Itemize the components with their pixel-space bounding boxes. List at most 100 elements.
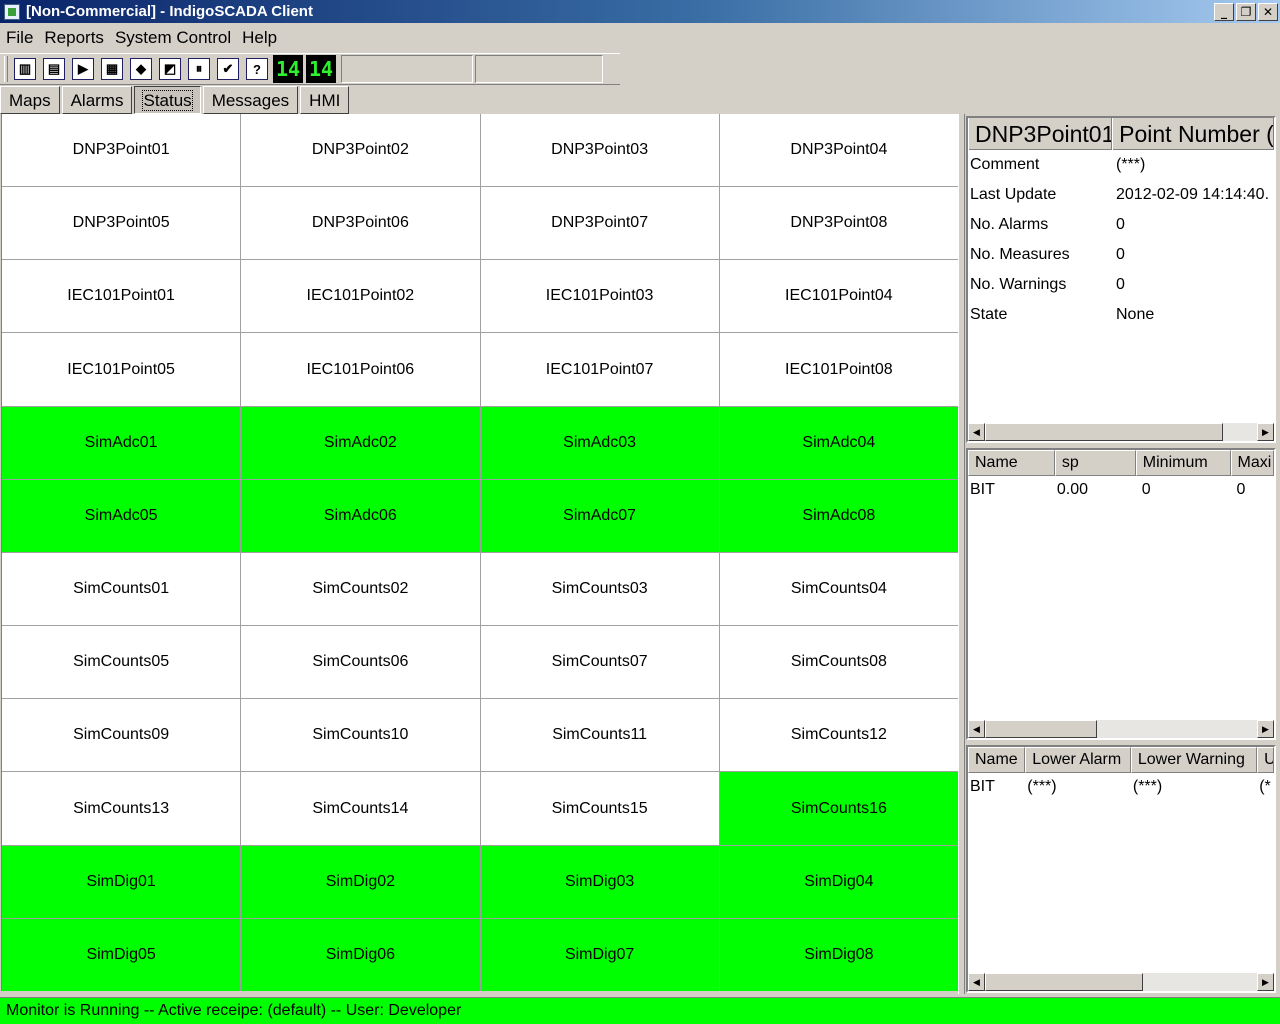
chart-button[interactable]: ▥: [12, 56, 38, 82]
status-cell[interactable]: SimAdc05: [2, 479, 241, 552]
stop-button[interactable]: ◆: [128, 56, 154, 82]
status-cell[interactable]: SimDig03: [480, 845, 719, 918]
status-cell[interactable]: SimCounts04: [719, 552, 958, 626]
scroll-right-icon[interactable]: ▶: [1257, 720, 1274, 738]
status-cell[interactable]: SimDig01: [2, 845, 241, 918]
status-cell[interactable]: DNP3Point08: [719, 187, 958, 260]
status-cell[interactable]: IEC101Point06: [241, 333, 480, 406]
col-lower-alarm[interactable]: Lower Alarm: [1025, 747, 1131, 773]
scroll-right-icon[interactable]: ▶: [1257, 973, 1274, 991]
status-cell[interactable]: IEC101Point05: [2, 333, 241, 406]
menu-system-control[interactable]: System Control: [109, 28, 236, 48]
status-cell[interactable]: IEC101Point07: [480, 333, 719, 406]
close-button[interactable]: ✕: [1258, 3, 1278, 21]
status-cell[interactable]: IEC101Point01: [2, 260, 241, 333]
col-lower-warning[interactable]: Lower Warning: [1130, 747, 1258, 773]
status-cell[interactable]: IEC101Point04: [719, 260, 958, 333]
status-cell[interactable]: SimDig07: [480, 918, 719, 991]
status-cell[interactable]: SimDig02: [241, 845, 480, 918]
tab-hmi[interactable]: HMI: [300, 86, 350, 114]
scroll-right-icon[interactable]: ▶: [1257, 423, 1274, 441]
status-cell[interactable]: SimDig08: [719, 918, 958, 991]
status-cell[interactable]: IEC101Point02: [241, 260, 480, 333]
status-cell[interactable]: SimDig05: [2, 918, 241, 991]
menu-reports[interactable]: Reports: [38, 28, 109, 48]
status-cell[interactable]: SimCounts03: [480, 552, 719, 626]
status-cell[interactable]: SimAdc02: [241, 406, 480, 479]
restore-button[interactable]: ❐: [1236, 3, 1256, 21]
status-cell[interactable]: SimCounts15: [480, 772, 719, 845]
status-cell[interactable]: SimCounts09: [2, 699, 241, 772]
status-cell[interactable]: SimCounts05: [2, 626, 241, 699]
status-cell[interactable]: SimDig06: [241, 918, 480, 991]
menu-file[interactable]: File: [0, 28, 38, 48]
status-cell[interactable]: DNP3Point07: [480, 187, 719, 260]
detail-header-name[interactable]: DNP3Point01: [968, 118, 1113, 150]
config-button[interactable]: ▦: [99, 56, 125, 82]
report-button[interactable]: ▤: [41, 56, 67, 82]
ack-check-button[interactable]: ✔: [215, 56, 241, 82]
status-cell[interactable]: SimCounts16: [719, 772, 958, 845]
property-row[interactable]: No. Warnings 0: [968, 270, 1274, 300]
details-hscrollbar[interactable]: ◀ ▶: [968, 423, 1274, 441]
flag-button[interactable]: ◩: [157, 56, 183, 82]
status-cell[interactable]: SimAdc01: [2, 406, 241, 479]
play-button[interactable]: ▶: [70, 56, 96, 82]
status-cell[interactable]: SimCounts01: [2, 552, 241, 626]
status-cell[interactable]: SimDig04: [719, 845, 958, 918]
tab-messages[interactable]: Messages: [202, 86, 299, 114]
toolbar-grip[interactable]: [4, 56, 8, 82]
values-hscrollbar[interactable]: ◀ ▶: [968, 720, 1274, 738]
col-sp[interactable]: sp: [1054, 450, 1136, 476]
status-cell[interactable]: DNP3Point06: [241, 187, 480, 260]
status-cell[interactable]: SimCounts11: [480, 699, 719, 772]
panel-splitter[interactable]: [958, 114, 965, 994]
tab-alarms[interactable]: Alarms: [61, 86, 133, 114]
status-cell[interactable]: SimAdc06: [241, 479, 480, 552]
status-cell[interactable]: SimAdc04: [719, 406, 958, 479]
col-minimum[interactable]: Minimum: [1135, 450, 1231, 476]
tab-maps[interactable]: Maps: [0, 86, 60, 114]
tab-status[interactable]: Status: [134, 86, 201, 114]
status-cell[interactable]: DNP3Point05: [2, 187, 241, 260]
status-cell[interactable]: SimCounts10: [241, 699, 480, 772]
status-cell[interactable]: DNP3Point01: [2, 114, 241, 187]
status-cell[interactable]: SimCounts14: [241, 772, 480, 845]
property-row[interactable]: State None: [968, 300, 1274, 330]
limits-hscrollbar[interactable]: ◀ ▶: [968, 973, 1274, 991]
scroll-left-icon[interactable]: ◀: [968, 973, 985, 991]
status-cell[interactable]: DNP3Point03: [480, 114, 719, 187]
col-upper[interactable]: U: [1257, 747, 1274, 773]
menu-help[interactable]: Help: [236, 28, 282, 48]
status-cell[interactable]: DNP3Point04: [719, 114, 958, 187]
table-row[interactable]: BIT (***) (***) (*: [968, 773, 1274, 801]
status-cell[interactable]: IEC101Point08: [719, 333, 958, 406]
property-row[interactable]: No. Alarms 0: [968, 210, 1274, 240]
col-maximum[interactable]: Maxi: [1230, 450, 1274, 476]
status-cell[interactable]: IEC101Point03: [480, 260, 719, 333]
status-cell[interactable]: SimCounts12: [719, 699, 958, 772]
status-cell[interactable]: SimCounts13: [2, 772, 241, 845]
status-cell[interactable]: SimAdc08: [719, 479, 958, 552]
property-row[interactable]: Comment (***): [968, 150, 1274, 180]
status-cell[interactable]: SimCounts07: [480, 626, 719, 699]
status-cell[interactable]: DNP3Point02: [241, 114, 480, 187]
help-button[interactable]: ?: [244, 56, 270, 82]
col-name[interactable]: Name: [968, 747, 1026, 773]
detail-header-col2[interactable]: Point Number (: [1112, 118, 1274, 150]
scroll-left-icon[interactable]: ◀: [968, 720, 985, 738]
scroll-left-icon[interactable]: ◀: [968, 423, 985, 441]
col-name[interactable]: Name: [968, 450, 1055, 476]
minimize-button[interactable]: _: [1214, 3, 1234, 21]
scroll-thumb[interactable]: [985, 423, 1223, 441]
status-cell[interactable]: SimCounts02: [241, 552, 480, 626]
status-cell[interactable]: SimAdc07: [480, 479, 719, 552]
property-row[interactable]: No. Measures 0: [968, 240, 1274, 270]
status-cell[interactable]: SimCounts08: [719, 626, 958, 699]
scroll-thumb[interactable]: [985, 720, 1097, 738]
table-row[interactable]: BIT 0.00 0 0: [968, 476, 1274, 504]
status-cell[interactable]: SimAdc03: [480, 406, 719, 479]
status-cell[interactable]: SimCounts06: [241, 626, 480, 699]
scroll-thumb[interactable]: [985, 973, 1143, 991]
pause-button[interactable]: ⏸: [186, 56, 212, 82]
